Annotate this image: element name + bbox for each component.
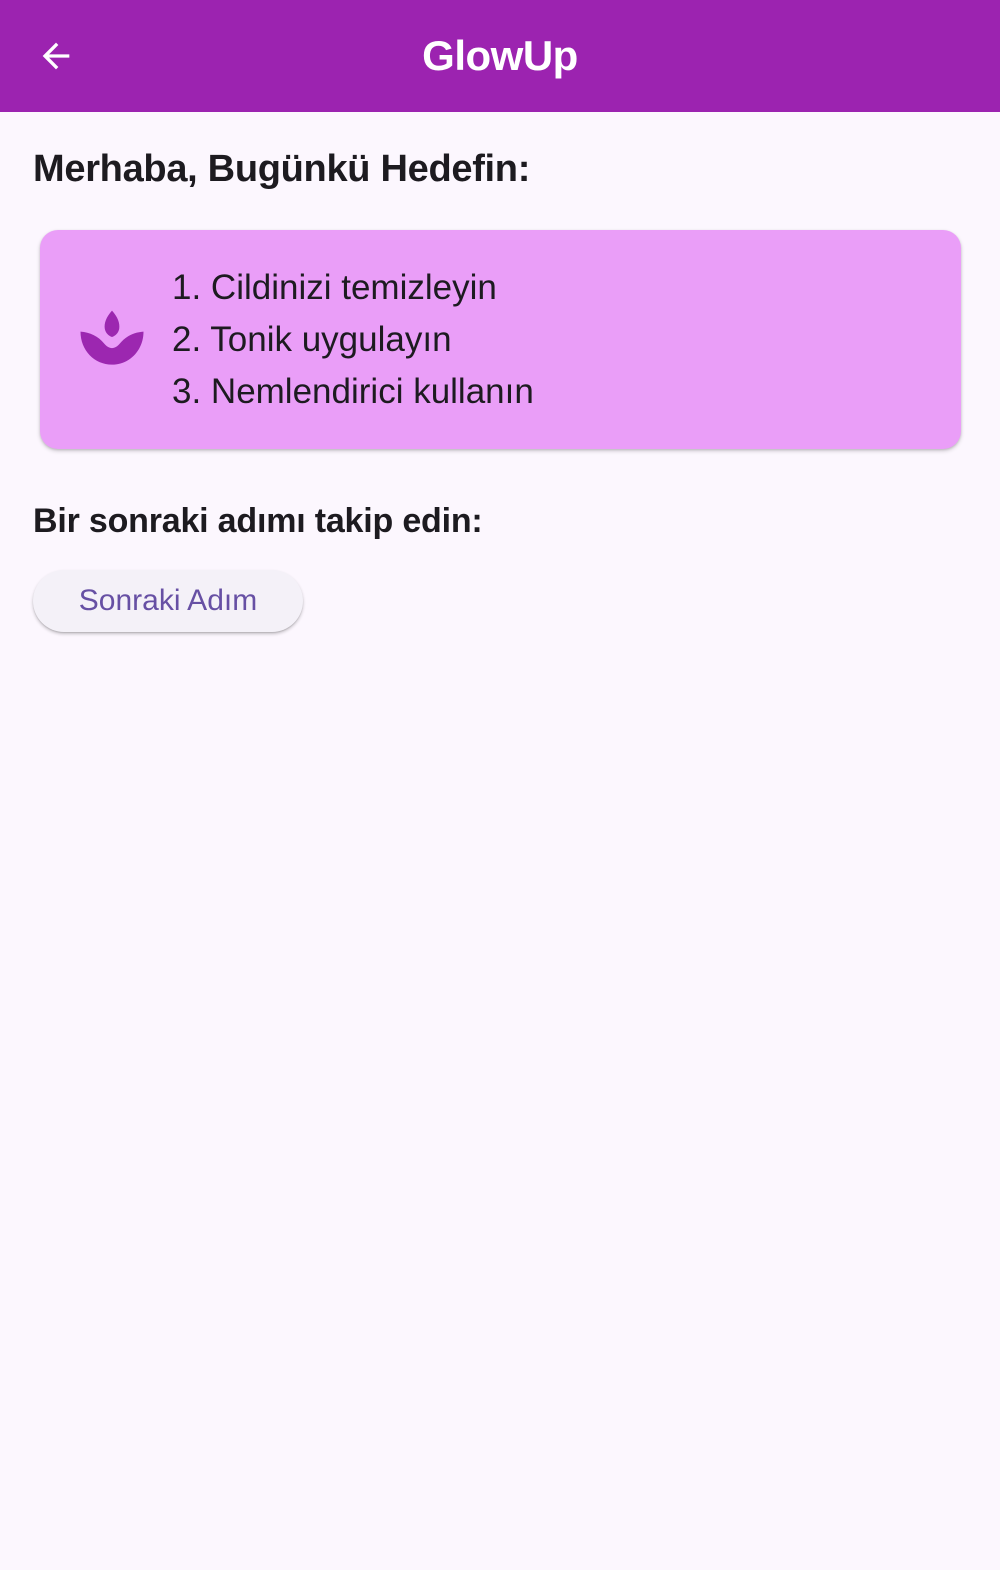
routine-step: 2. Tonik uygulayın	[172, 320, 452, 359]
routine-step: 3. Nemlendirici kullanın	[172, 372, 534, 411]
spa-icon	[80, 310, 144, 365]
app-title: GlowUp	[422, 32, 578, 79]
greeting-heading: Merhaba, Bugünkü Hedefin:	[33, 148, 531, 190]
routine-steps-list: 1. Cildinizi temizleyin 2. Tonik uygulay…	[172, 262, 534, 418]
routine-step: 1. Cildinizi temizleyin	[172, 268, 497, 307]
next-step-button[interactable]: Sonraki Adım	[33, 570, 303, 632]
next-step-button-label: Sonraki Adım	[78, 584, 258, 617]
next-step-heading: Bir sonraki adımı takip edin:	[33, 502, 483, 540]
app-bar: GlowUp	[0, 0, 1000, 112]
